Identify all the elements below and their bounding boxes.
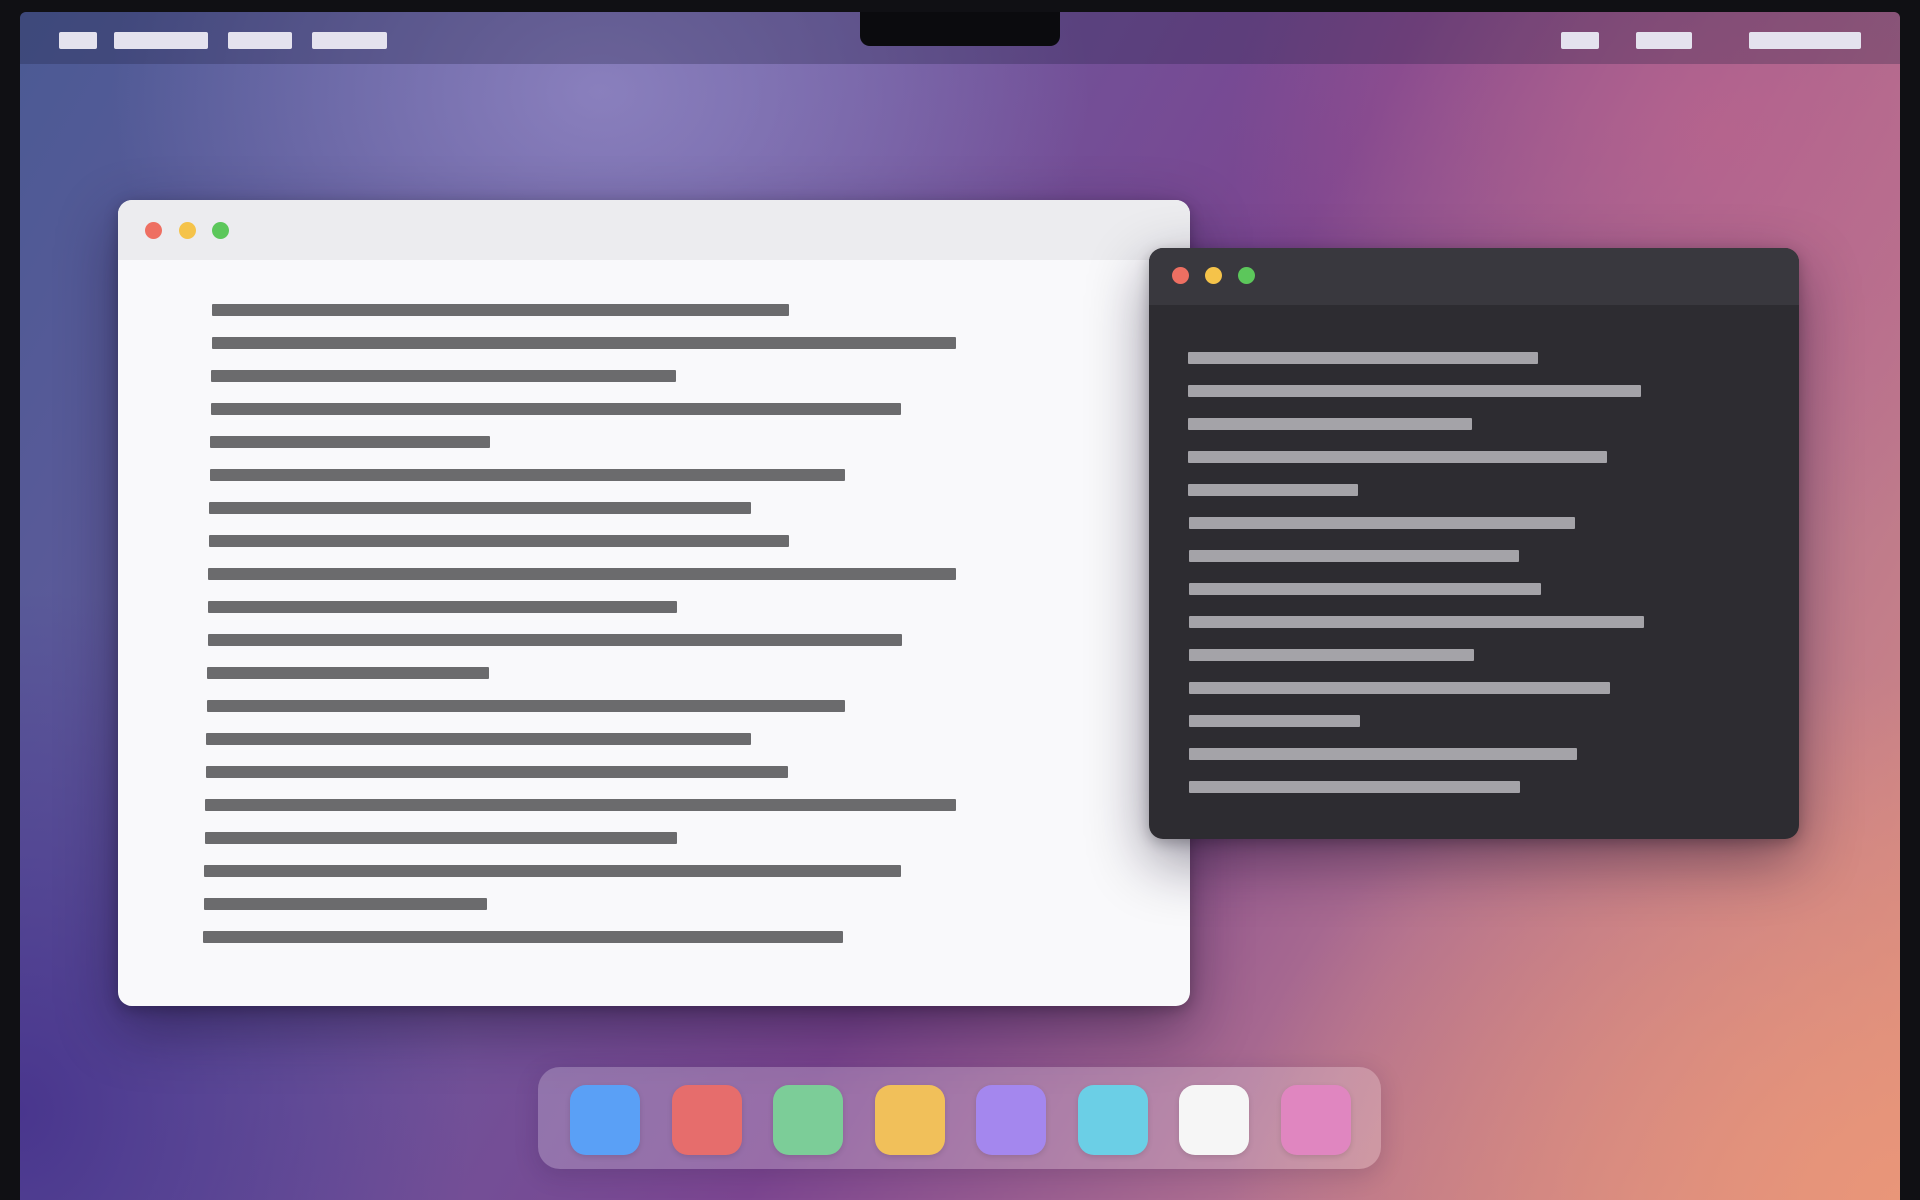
menu-item-file[interactable]: [228, 32, 292, 49]
text-line: [211, 337, 956, 349]
terminal-line: [1188, 484, 1359, 496]
text-line: [206, 733, 752, 745]
close-icon[interactable]: [145, 222, 162, 239]
terminal-line: [1188, 385, 1642, 397]
terminal-line: [1189, 781, 1521, 793]
text-line: [207, 667, 490, 679]
text-line: [204, 865, 902, 877]
terminal-line: [1189, 715, 1361, 727]
terminal-line: [1188, 616, 1644, 628]
terminal-line: [1189, 748, 1578, 760]
terminal-line: [1188, 550, 1519, 562]
close-icon[interactable]: [1172, 267, 1189, 284]
status-item-clock[interactable]: [1749, 32, 1861, 49]
screen: [0, 0, 1920, 1200]
terminal-line: [1188, 583, 1541, 595]
maximize-icon[interactable]: [212, 222, 229, 239]
white-app-icon[interactable]: [1179, 1085, 1249, 1155]
menu-item-apple[interactable]: [59, 32, 97, 49]
text-line: [205, 799, 957, 811]
text-line: [210, 403, 901, 415]
terminal-line: [1188, 649, 1474, 661]
text-line: [209, 469, 845, 481]
cyan-app-icon[interactable]: [1077, 1085, 1148, 1155]
terminal-line: [1188, 517, 1575, 529]
text-line: [207, 601, 677, 613]
text-line: [204, 832, 677, 844]
terminal-line: [1188, 451, 1608, 463]
terminal-window[interactable]: [1149, 248, 1799, 839]
purple-app-icon[interactable]: [976, 1085, 1046, 1155]
text-line: [203, 898, 487, 910]
status-item-battery[interactable]: [1636, 32, 1692, 49]
text-line: [208, 568, 957, 580]
green-app-icon[interactable]: [773, 1085, 843, 1155]
terminal-line: [1188, 352, 1538, 364]
menu-item-edit[interactable]: [312, 32, 387, 49]
text-line: [207, 634, 902, 646]
yellow-app-icon[interactable]: [874, 1085, 945, 1155]
minimize-icon[interactable]: [179, 222, 196, 239]
text-line: [206, 700, 845, 712]
terminal-window-titlebar[interactable]: [1149, 248, 1799, 305]
blue-app-icon[interactable]: [570, 1085, 640, 1155]
document-window-titlebar[interactable]: [118, 200, 1190, 260]
red-app-icon[interactable]: [671, 1085, 742, 1155]
maximize-icon[interactable]: [1238, 267, 1255, 284]
text-line: [212, 304, 789, 316]
minimize-icon[interactable]: [1205, 267, 1222, 284]
dock: [538, 1067, 1381, 1169]
camera-notch: [860, 12, 1060, 46]
text-line: [203, 931, 844, 943]
status-item-wifi[interactable]: [1561, 32, 1599, 49]
text-line: [210, 436, 491, 448]
menu-item-app-name[interactable]: [114, 32, 208, 49]
terminal-line: [1188, 418, 1473, 430]
text-line: [211, 370, 677, 382]
text-line: [208, 535, 789, 547]
pink-app-icon[interactable]: [1280, 1085, 1351, 1155]
terminal-line: [1189, 682, 1610, 694]
text-line: [209, 502, 752, 514]
desktop: [20, 12, 1900, 1200]
document-window[interactable]: [118, 200, 1190, 1006]
text-line: [205, 766, 788, 778]
